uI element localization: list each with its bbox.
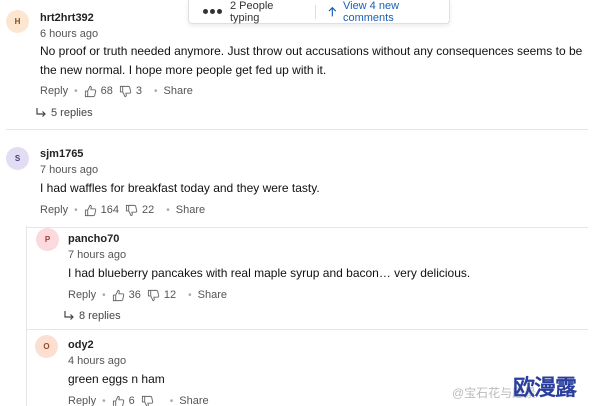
- share-button[interactable]: Share: [179, 395, 208, 406]
- share-button[interactable]: Share: [176, 204, 205, 216]
- reply-arrow-icon: [64, 311, 74, 320]
- reply-button[interactable]: Reply: [68, 395, 96, 406]
- dislike-count: 22: [142, 204, 155, 216]
- thumbs-down-icon[interactable]: [147, 289, 160, 302]
- dot-separator: •: [166, 204, 170, 216]
- dislike-count: 12: [163, 289, 177, 301]
- timestamp: 7 hours ago: [68, 249, 127, 261]
- reply-button[interactable]: Reply: [40, 204, 68, 216]
- thumbs-down-icon[interactable]: [119, 85, 132, 98]
- username[interactable]: hrt2hrt392: [40, 12, 94, 24]
- comment-actions: Reply • 68 3 • Share: [40, 84, 193, 98]
- avatar[interactable]: P: [36, 228, 59, 251]
- like-count: 68: [100, 85, 113, 97]
- dot-separator: •: [154, 85, 158, 97]
- thumbs-up-icon[interactable]: [84, 204, 97, 217]
- timestamp: 6 hours ago: [40, 28, 99, 40]
- username[interactable]: ody2: [68, 339, 94, 351]
- avatar[interactable]: S: [6, 147, 29, 170]
- thumbs-down-icon[interactable]: [125, 204, 138, 217]
- comment-sjm1765: S sjm1765 7 hours ago I had waffles for …: [0, 130, 594, 226]
- avatar-letter: H: [14, 17, 21, 26]
- comment-text: I had waffles for breakfast today and th…: [40, 181, 320, 195]
- avatar-letter: O: [43, 342, 50, 351]
- comment-actions: Reply • 164 22 • Share: [40, 203, 205, 217]
- watermark-logo: 欧漫露: [513, 376, 577, 401]
- like-count: 6: [128, 395, 135, 406]
- reply-arrow-icon: [36, 108, 46, 117]
- dot-separator: •: [74, 85, 78, 97]
- reply-button[interactable]: Reply: [40, 85, 68, 97]
- thumbs-up-icon[interactable]: [112, 289, 125, 302]
- like-count: 164: [100, 204, 119, 216]
- timestamp: 7 hours ago: [40, 164, 99, 176]
- comment-hrt2hrt392: H hrt2hrt392 6 hours ago No proof or tru…: [0, 0, 594, 128]
- share-button[interactable]: Share: [164, 85, 193, 97]
- thumbs-down-icon[interactable]: [141, 395, 154, 406]
- avatar-letter: S: [14, 154, 21, 163]
- comment-text: No proof or truth needed anymore. Just t…: [40, 44, 583, 77]
- dot-separator: •: [102, 289, 106, 301]
- avatar[interactable]: H: [6, 10, 29, 33]
- replies-count: 5 replies: [51, 107, 93, 119]
- view-replies-button[interactable]: 8 replies: [64, 310, 121, 322]
- thumbs-up-icon[interactable]: [112, 395, 125, 406]
- username[interactable]: pancho70: [68, 233, 119, 245]
- dot-separator: •: [102, 395, 106, 406]
- thumbs-up-icon[interactable]: [84, 85, 97, 98]
- dot-separator: •: [188, 289, 192, 301]
- comment-actions: Reply • 36 12 • Share: [68, 288, 227, 302]
- dot-separator: •: [169, 395, 174, 406]
- comment-actions: Reply • 6 • Share: [68, 394, 209, 406]
- replies-count: 8 replies: [79, 310, 121, 322]
- reply-button[interactable]: Reply: [68, 289, 96, 301]
- username[interactable]: sjm1765: [40, 148, 83, 160]
- avatar[interactable]: O: [35, 335, 58, 358]
- view-replies-button[interactable]: 5 replies: [36, 107, 93, 119]
- like-count: 36: [128, 289, 141, 301]
- comment-text: I had blueberry pancakes with real maple…: [68, 266, 471, 280]
- share-button[interactable]: Share: [198, 289, 227, 301]
- timestamp: 4 hours ago: [68, 355, 127, 367]
- avatar-letter: P: [44, 235, 51, 244]
- comment-pancho70: P pancho70 7 hours ago I had blueberry p…: [26, 228, 594, 328]
- dislike-count: 3: [135, 85, 143, 97]
- dot-separator: •: [74, 204, 78, 216]
